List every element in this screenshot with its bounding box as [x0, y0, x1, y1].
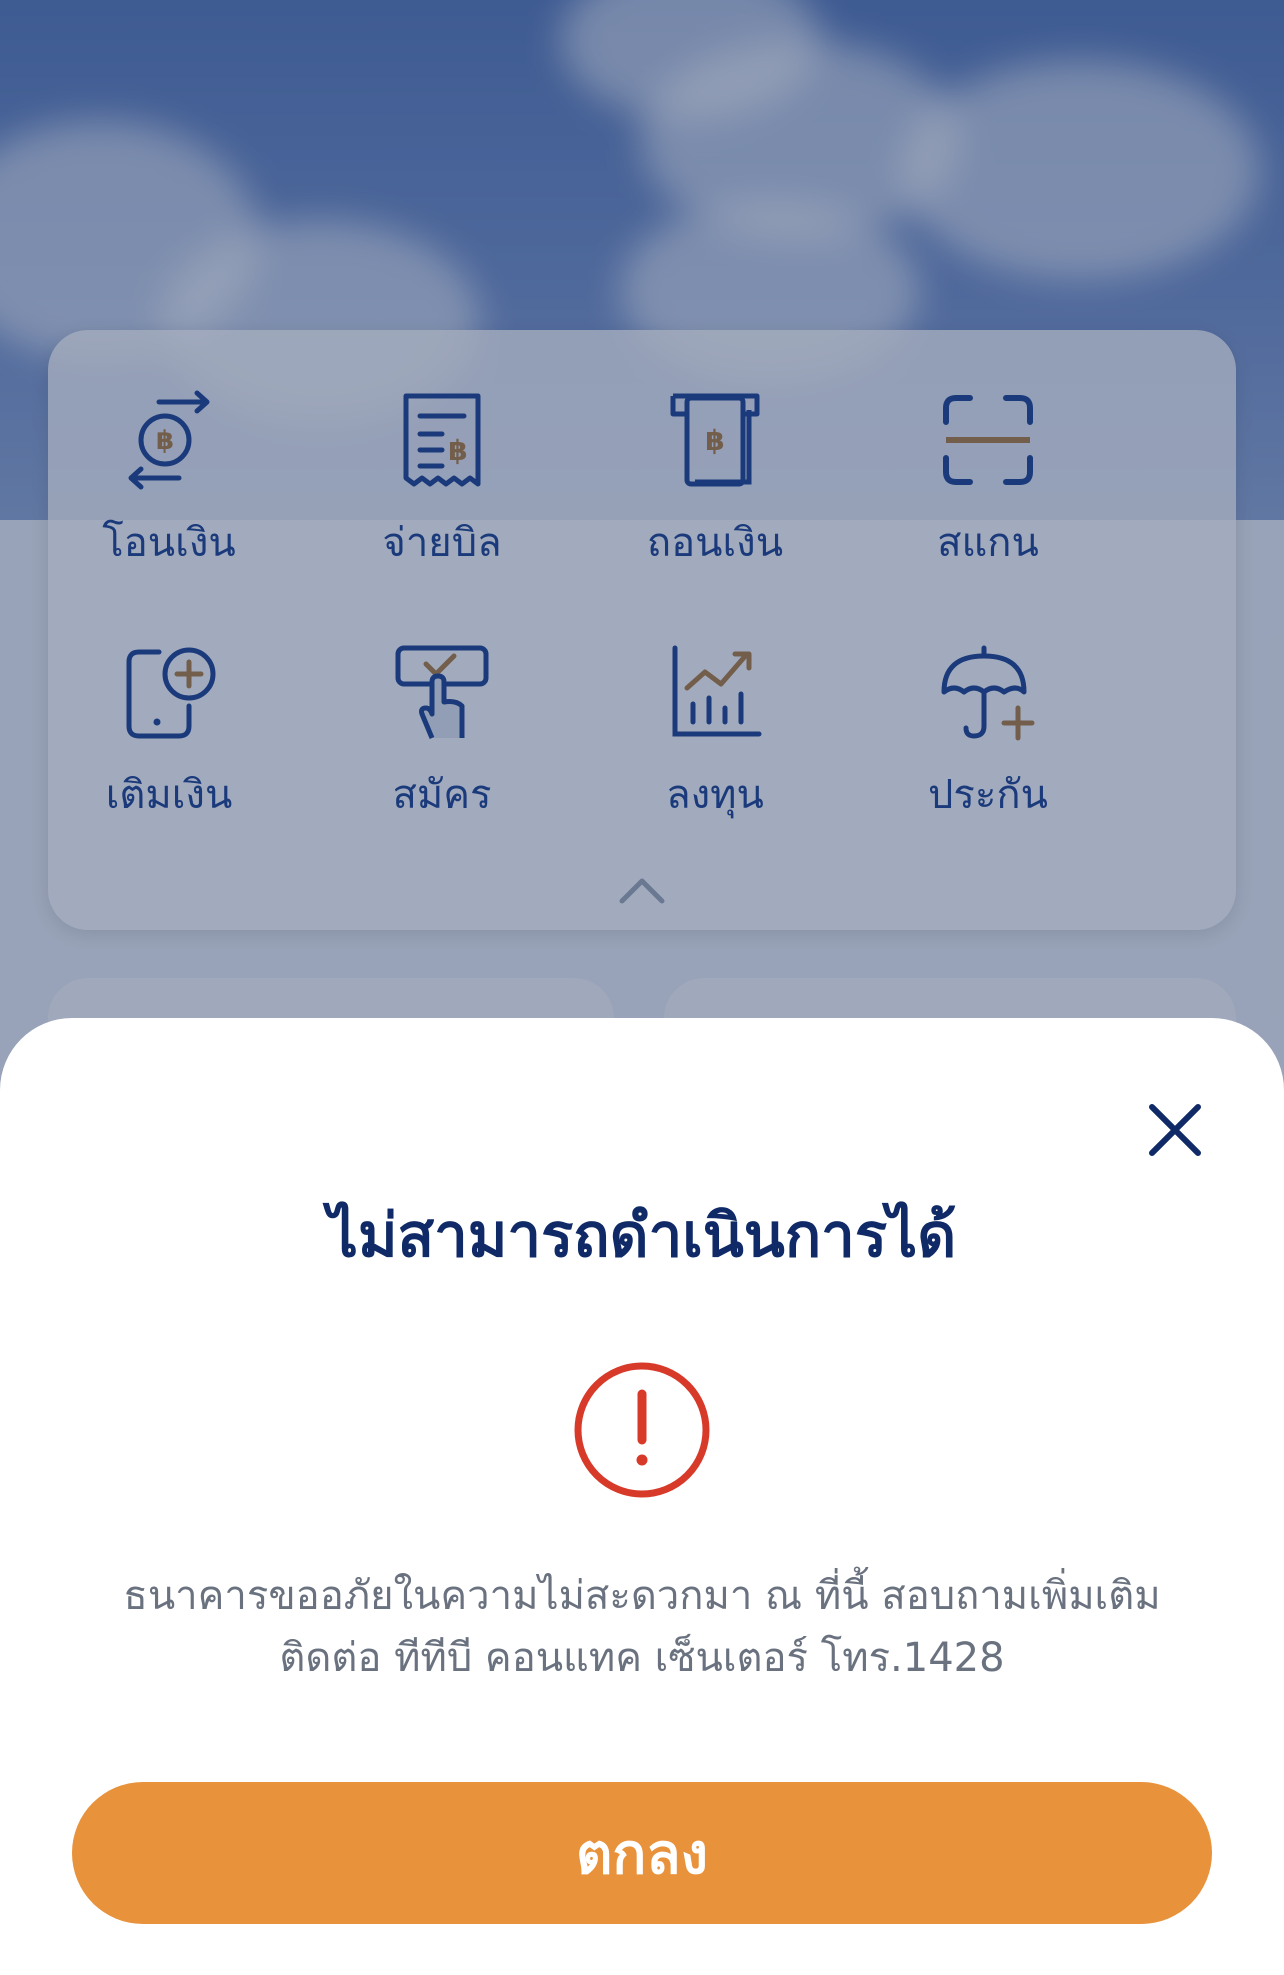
close-icon[interactable]	[1140, 1095, 1210, 1165]
dialog-message-line: ติดต่อ ทีทีบี คอนแทค เซ็นเตอร์ โทร.1428	[279, 1635, 1005, 1681]
ok-button[interactable]: ตกลง	[72, 1782, 1212, 1924]
dialog-message-line: ธนาคารขออภัยในความไม่สะดวกมา ณ ที่นี้ สอ…	[123, 1573, 1161, 1619]
dialog-message: ธนาคารขออภัยในความไม่สะดวกมา ณ ที่นี้ สอ…	[90, 1565, 1194, 1689]
alert-icon	[574, 1362, 710, 1498]
dialog-title: ไม่สามารถดำเนินการได้	[327, 1201, 957, 1271]
